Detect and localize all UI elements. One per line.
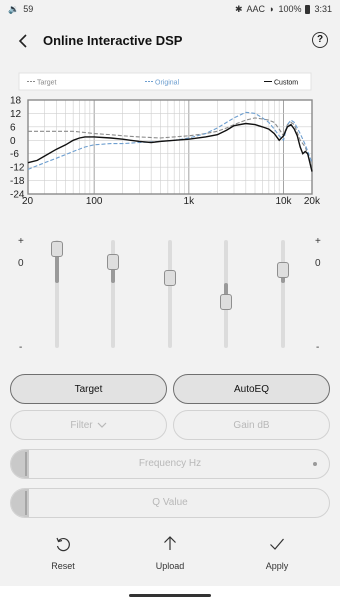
eq-thumb-4[interactable] [220,293,232,310]
upload-arrow-icon [164,536,176,550]
filter-label: Filter [70,419,93,431]
reset-label: Reset [51,561,75,571]
eq-track-5[interactable] [281,240,285,348]
eq-right-plus: + [315,236,321,247]
legend-label-target: Target [37,80,57,87]
legend-label-original: Original [155,80,180,87]
home-gesture-handle[interactable] [129,594,211,597]
eq-left-zero: 0 [18,258,24,269]
apply-button[interactable]: Apply [242,535,312,571]
eq-thumb-2[interactable] [107,253,119,270]
eq-thumb-5[interactable] [277,262,289,279]
bluetooth-icon: ✱ [234,4,243,14]
q-value-slider[interactable]: Q Value [10,488,330,518]
y-tick-label: 18 [10,96,22,107]
notification-count: 59 [23,4,34,14]
gain-field[interactable]: Gain dB [173,410,330,440]
action-bar: Reset Upload Apply [0,535,340,575]
autoeq-button-label: AutoEQ [233,383,270,395]
upload-button[interactable]: Upload [135,535,205,571]
battery-percent: 100% [278,4,302,14]
x-tick-label: 10k [275,196,292,207]
y-tick-label: -18 [10,176,25,187]
x-tick-label: 20k [304,196,321,207]
reset-button[interactable]: Reset [28,535,98,571]
codec-label: AAC [246,4,265,14]
app-bar: Online Interactive DSP ? [0,24,340,58]
target-button-label: Target [74,383,103,395]
eq-right-zero: 0 [315,258,321,269]
eq-track-3[interactable] [168,240,172,348]
equalizer-panel: + 0 - + 0 - [0,232,340,357]
frequency-dot-icon [313,462,317,466]
legend-label-custom: Custom [274,80,298,87]
y-tick-label: 0 [10,136,16,147]
clock: 3:31 [314,4,332,14]
back-arrow-icon [18,34,27,48]
upload-label: Upload [155,561,185,571]
q-value-label: Q Value [152,497,188,508]
y-tick-label: 6 [10,122,16,133]
reset-icon [56,537,70,552]
y-tick-label: 12 [10,109,22,120]
frequency-label: Frequency Hz [138,458,202,469]
help-icon[interactable]: ? [312,32,328,48]
apply-label: Apply [265,561,289,571]
target-button[interactable]: Target [10,374,167,404]
x-tick-label: 1k [184,196,196,207]
battery-icon [305,4,311,14]
x-tick-label: 20 [22,196,34,207]
frequency-slider[interactable]: Frequency Hz [10,449,330,479]
eq-left-minus: - [19,342,23,353]
filter-dropdown[interactable]: Filter [10,410,167,440]
eq-thumb-1[interactable] [51,240,63,257]
x-tick-label: 100 [86,196,103,207]
volume-icon: 🔉 [8,4,20,14]
frequency-response-chart: Target Original Custom181260-6-12-18-2420 1… [10,72,321,207]
eq-thumb-3[interactable] [164,269,176,286]
eq-left-plus: + [18,236,24,247]
page-title: Online Interactive DSP [43,33,183,48]
plot-area [28,100,312,194]
eq-right-minus: - [316,342,320,353]
autoeq-button[interactable]: AutoEQ [173,374,330,404]
status-bar: 🔉 59 ✱ AAC ◗ 100% 3:31 [0,0,340,20]
navigation-bar [0,586,340,605]
wifi-icon: ◗ [269,4,275,14]
y-tick-label: -6 [10,149,19,160]
gain-label: Gain dB [233,419,270,431]
y-tick-label: -12 [10,163,25,174]
chevron-down-icon [97,422,107,428]
checkmark-icon [270,538,284,550]
back-button[interactable] [12,28,34,54]
